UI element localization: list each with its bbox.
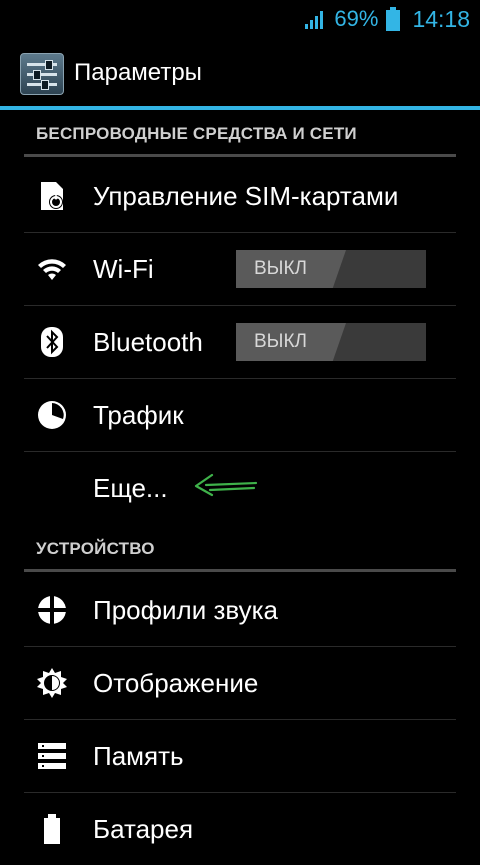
settings-item-label: Wi-Fi bbox=[93, 253, 154, 284]
wifi-toggle[interactable]: ВЫКЛ bbox=[236, 250, 426, 288]
page-title: Параметры bbox=[74, 59, 202, 86]
settings-item-label: Профили звука bbox=[93, 594, 279, 625]
settings-item-label: Батарея bbox=[93, 813, 194, 844]
data-usage-icon bbox=[38, 401, 66, 429]
settings-item-sound-profiles[interactable]: Профили звука bbox=[24, 574, 456, 646]
battery-status-icon bbox=[386, 7, 401, 31]
toggle-state-label: ВЫКЛ bbox=[254, 258, 308, 279]
battery-percent: 69% bbox=[334, 6, 379, 31]
sim-card-icon bbox=[41, 182, 63, 210]
section-header-device: УСТРОЙСТВО bbox=[36, 539, 155, 558]
status-indicators: 69% 14:18 bbox=[304, 0, 470, 38]
status-bar: 69% 14:18 bbox=[0, 0, 480, 38]
settings-item-bluetooth[interactable]: Bluetooth ВЫКЛ bbox=[24, 306, 456, 378]
action-bar: Параметры bbox=[0, 38, 480, 108]
section-divider bbox=[24, 154, 456, 157]
annotation-arrow-icon bbox=[194, 473, 258, 497]
clock: 14:18 bbox=[412, 5, 470, 32]
settings-item-display[interactable]: Отображение bbox=[24, 647, 456, 719]
wifi-icon bbox=[38, 259, 66, 280]
settings-item-battery[interactable]: Батарея bbox=[24, 793, 456, 865]
settings-item-label: Bluetooth bbox=[93, 326, 203, 357]
sound-profile-icon bbox=[38, 596, 66, 624]
bluetooth-icon bbox=[41, 327, 63, 357]
settings-icon[interactable] bbox=[20, 53, 64, 95]
section-header-wireless: БЕСПРОВОДНЫЕ СРЕДСТВА И СЕТИ bbox=[36, 124, 357, 143]
settings-item-wifi[interactable]: Wi-Fi ВЫКЛ bbox=[24, 233, 456, 305]
section-divider bbox=[24, 569, 456, 572]
settings-item-data-usage[interactable]: Трафик bbox=[24, 379, 456, 451]
settings-item-label: Память bbox=[93, 740, 184, 771]
display-icon bbox=[37, 668, 67, 698]
settings-item-label: Трафик bbox=[93, 399, 184, 430]
settings-item-sim[interactable]: Управление SIM-картами bbox=[24, 160, 456, 232]
settings-item-storage[interactable]: Память bbox=[24, 720, 456, 792]
settings-item-label: Управление SIM-картами bbox=[93, 180, 399, 211]
action-bar-divider bbox=[0, 106, 480, 110]
settings-item-label: Отображение bbox=[93, 667, 259, 698]
storage-icon bbox=[38, 743, 66, 769]
settings-item-label: Еще... bbox=[93, 472, 168, 503]
signal-icon bbox=[305, 11, 324, 29]
bluetooth-toggle[interactable]: ВЫКЛ bbox=[236, 323, 426, 361]
toggle-state-label: ВЫКЛ bbox=[254, 331, 308, 352]
battery-icon bbox=[44, 814, 60, 844]
